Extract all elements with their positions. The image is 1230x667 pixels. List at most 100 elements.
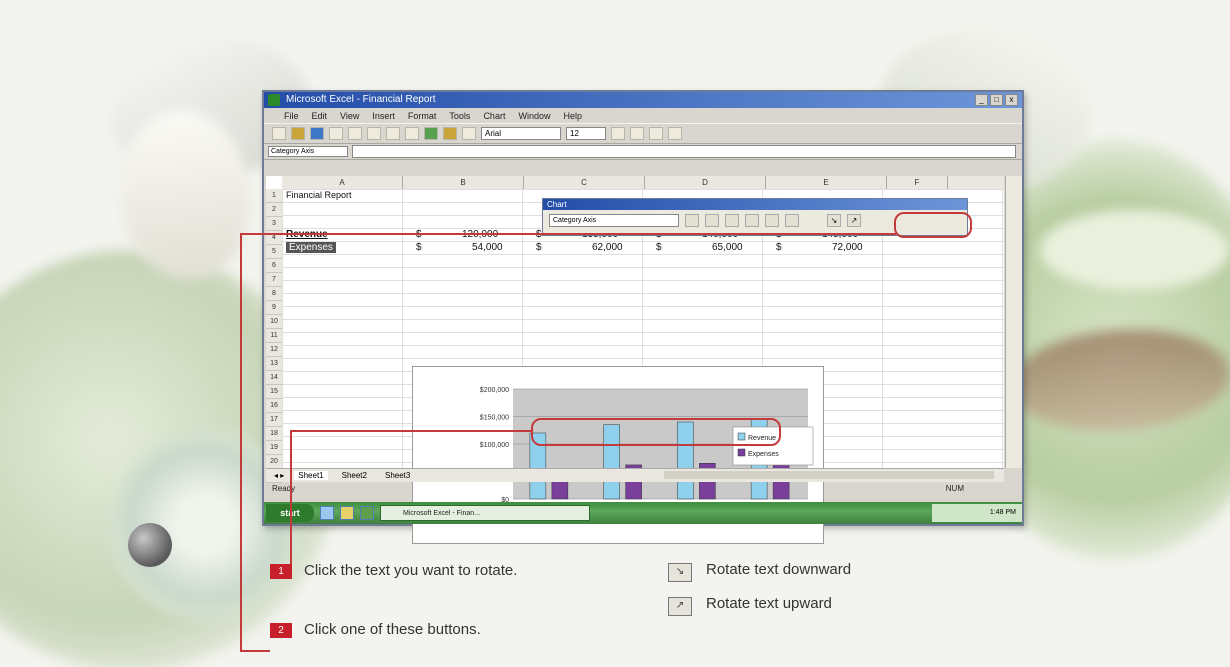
rotate-downward-label: Rotate text downward <box>706 561 852 578</box>
column-header[interactable]: C <box>524 176 645 189</box>
row-header[interactable]: 8 <box>266 287 282 301</box>
background-shape <box>1040 210 1230 290</box>
align-icon[interactable] <box>649 127 663 140</box>
horizontal-scrollbar[interactable] <box>664 471 994 479</box>
quick-launch-icon[interactable] <box>360 506 374 520</box>
data-table-icon[interactable] <box>745 214 759 227</box>
cell-currency[interactable]: $ <box>656 242 662 253</box>
tab-sheet2[interactable]: Sheet2 <box>338 471 371 480</box>
print-icon[interactable] <box>329 127 343 140</box>
save-icon[interactable] <box>310 127 324 140</box>
row-header[interactable]: 13 <box>266 357 282 371</box>
menu-tools[interactable]: Tools <box>449 111 470 121</box>
row-header[interactable]: 2 <box>266 203 282 217</box>
by-column-icon[interactable] <box>785 214 799 227</box>
chart-type-icon[interactable] <box>705 214 719 227</box>
chart-wizard-icon[interactable] <box>424 127 438 140</box>
row-header[interactable]: 18 <box>266 427 282 441</box>
drawing-icon[interactable] <box>443 127 457 140</box>
vertical-scrollbar[interactable] <box>1005 176 1022 468</box>
row-header[interactable]: 19 <box>266 441 282 455</box>
taskbar-excel-item[interactable]: Microsoft Excel - Finan... <box>380 505 590 521</box>
quick-launch-icon[interactable] <box>340 506 354 520</box>
row-header[interactable]: 1 <box>266 189 282 203</box>
tab-sheet1[interactable]: Sheet1 <box>294 471 328 480</box>
column-header[interactable]: E <box>766 176 887 189</box>
row-header[interactable]: 16 <box>266 399 282 413</box>
paste-icon[interactable] <box>405 127 419 140</box>
tab-sheet3[interactable]: Sheet3 <box>381 471 414 480</box>
spelling-icon[interactable] <box>348 127 362 140</box>
chart-toolbar-title: Chart <box>543 199 967 210</box>
tab-scroll-icon[interactable]: ◂ ▸ <box>274 471 284 480</box>
maximize-button[interactable]: □ <box>990 94 1003 106</box>
menu-chart[interactable]: Chart <box>483 111 505 121</box>
column-header[interactable]: D <box>645 176 766 189</box>
cell-expenses-mar[interactable]: 65,000 <box>712 242 743 253</box>
borders-icon[interactable] <box>668 127 682 140</box>
cut-icon[interactable] <box>367 127 381 140</box>
step-2-text: Click one of these buttons. <box>304 621 481 638</box>
row-header[interactable]: 7 <box>266 273 282 287</box>
cell-expenses-jan[interactable]: 54,000 <box>472 242 503 253</box>
formula-input[interactable] <box>352 145 1016 158</box>
copy-icon[interactable] <box>386 127 400 140</box>
menu-view[interactable]: View <box>340 111 359 121</box>
status-num: NUM <box>945 484 964 493</box>
cell-currency[interactable]: $ <box>416 242 422 253</box>
menu-edit[interactable]: Edit <box>312 111 328 121</box>
menu-window[interactable]: Window <box>518 111 550 121</box>
legend-swatch <box>737 448 746 457</box>
rotate-text-upward-icon[interactable]: ↗ <box>847 214 861 227</box>
knob-decoration <box>128 523 172 567</box>
menu-help[interactable]: Help <box>563 111 582 121</box>
row-header[interactable]: 20 <box>266 455 282 469</box>
legend-icon[interactable] <box>725 214 739 227</box>
row-header[interactable]: 5 <box>266 245 282 259</box>
row-header[interactable]: 15 <box>266 385 282 399</box>
cell-expenses-feb[interactable]: 62,000 <box>592 242 623 253</box>
step-number-badge: 2 <box>270 623 292 638</box>
open-icon[interactable] <box>291 127 305 140</box>
close-button[interactable]: x <box>1005 94 1018 106</box>
column-header[interactable]: B <box>403 176 524 189</box>
step-number-badge: 1 <box>270 564 292 579</box>
cell-currency[interactable]: $ <box>536 242 542 253</box>
quick-launch-icon[interactable] <box>320 506 334 520</box>
rotate-upward-label: Rotate text upward <box>706 595 832 612</box>
row-header[interactable]: 17 <box>266 413 282 427</box>
excel-app-icon <box>268 94 280 106</box>
row-header[interactable]: 6 <box>266 259 282 273</box>
row-header[interactable]: 3 <box>266 217 282 231</box>
highlight-rotate-buttons <box>894 212 972 238</box>
italic-icon[interactable] <box>630 127 644 140</box>
formula-bar: Category Axis <box>264 144 1022 160</box>
cell-currency[interactable]: $ <box>776 242 782 253</box>
minimize-button[interactable]: _ <box>975 94 988 106</box>
font-name-box[interactable]: Arial <box>481 127 561 140</box>
cell-title[interactable]: Financial Report <box>286 190 352 200</box>
cell-expenses-label[interactable]: Expenses <box>286 242 336 253</box>
menu-format[interactable]: Format <box>408 111 437 121</box>
system-tray-clock: 1:48 PM <box>932 504 1022 522</box>
column-header[interactable]: A <box>282 176 403 189</box>
chart-objects-dropdown[interactable]: Category Axis <box>549 214 679 227</box>
row-header[interactable]: 11 <box>266 329 282 343</box>
name-box[interactable]: Category Axis <box>268 146 348 157</box>
connector-line <box>240 233 896 235</box>
format-object-icon[interactable] <box>685 214 699 227</box>
row-header[interactable]: 14 <box>266 371 282 385</box>
row-header[interactable]: 10 <box>266 315 282 329</box>
bold-icon[interactable] <box>611 127 625 140</box>
column-header[interactable]: F <box>887 176 948 189</box>
menu-file[interactable]: File <box>284 111 299 121</box>
font-size-box[interactable]: 12 <box>566 127 606 140</box>
rotate-text-downward-icon[interactable]: ↘ <box>827 214 841 227</box>
row-header[interactable]: 12 <box>266 343 282 357</box>
new-icon[interactable] <box>272 127 286 140</box>
cell-expenses-apr[interactable]: 72,000 <box>832 242 863 253</box>
help-icon[interactable] <box>462 127 476 140</box>
row-header[interactable]: 9 <box>266 301 282 315</box>
by-row-icon[interactable] <box>765 214 779 227</box>
menu-insert[interactable]: Insert <box>372 111 395 121</box>
